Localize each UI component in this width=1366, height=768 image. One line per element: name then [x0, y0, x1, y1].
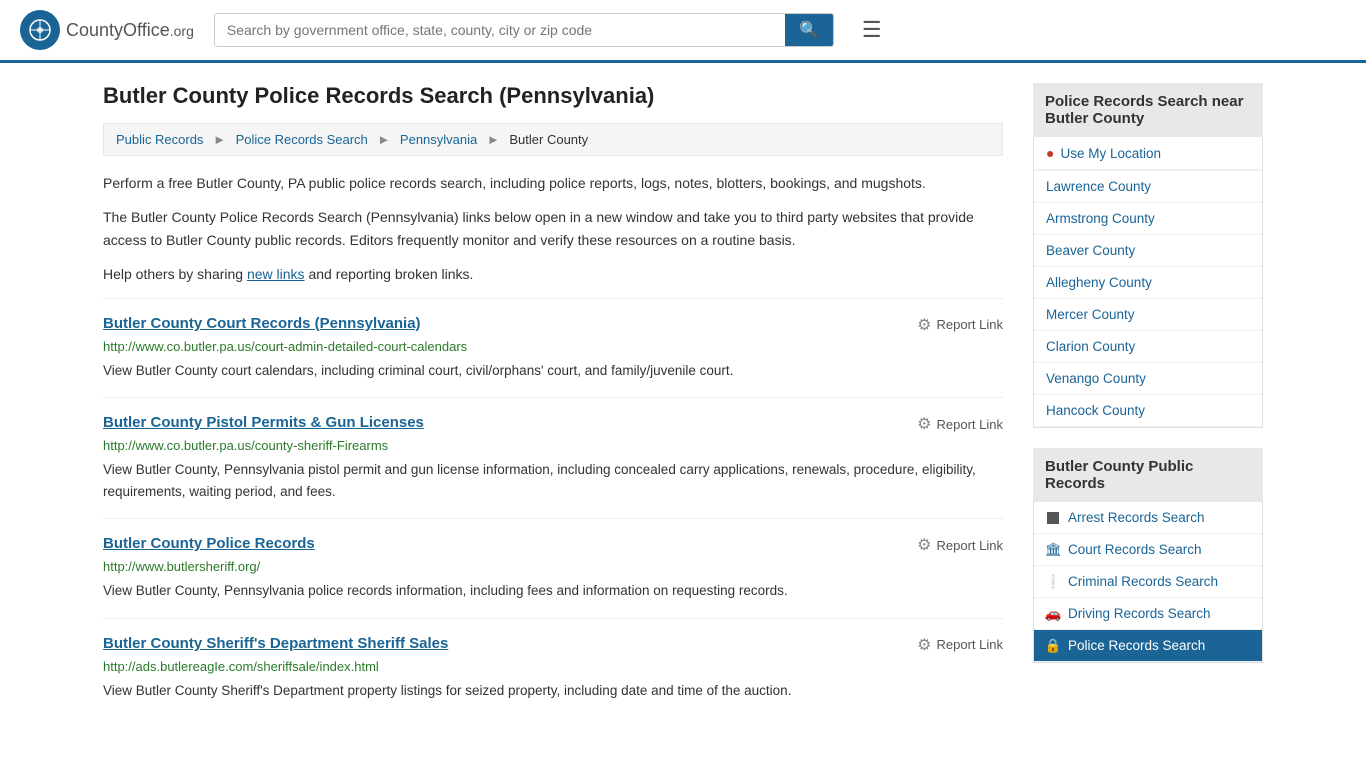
- nearby-section-title: Police Records Search near Butler County: [1033, 83, 1263, 137]
- logo-icon: [20, 10, 60, 50]
- breadcrumb-public-records[interactable]: Public Records: [116, 132, 203, 147]
- public-records-item-0[interactable]: Arrest Records Search: [1034, 502, 1262, 534]
- public-records-item-3[interactable]: 🚗 Driving Records Search: [1034, 598, 1262, 630]
- logo-text: CountyOffice.org: [66, 20, 194, 41]
- criminal-records-icon: ❕: [1046, 575, 1060, 589]
- nearby-item-4[interactable]: Mercer County: [1034, 299, 1262, 331]
- nearby-item-5[interactable]: Clarion County: [1034, 331, 1262, 363]
- driving-records-icon: 🚗: [1046, 607, 1060, 621]
- breadcrumb-butler-county: Butler County: [509, 132, 588, 147]
- court-records-label: Court Records Search: [1068, 542, 1202, 557]
- menu-button[interactable]: ☰: [854, 13, 890, 47]
- report-icon-1: ⚙: [917, 414, 931, 434]
- result-desc-2: View Butler County, Pennsylvania police …: [103, 580, 1003, 602]
- result-url-3[interactable]: http://ads.butlereagIe.com/sheriffsale/i…: [103, 659, 1003, 674]
- report-link-1[interactable]: ⚙ Report Link: [917, 414, 1003, 434]
- result-url-0[interactable]: http://www.co.butler.pa.us/court-admin-d…: [103, 339, 1003, 354]
- intro-paragraph-2: The Butler County Police Records Search …: [103, 206, 1003, 251]
- nearby-item-3[interactable]: Allegheny County: [1034, 267, 1262, 299]
- report-link-0[interactable]: ⚙ Report Link: [917, 315, 1003, 335]
- public-records-item-4[interactable]: 🔒 Police Records Search: [1034, 630, 1262, 662]
- intro-paragraph-3: Help others by sharing new links and rep…: [103, 263, 1003, 285]
- nearby-list: ● Use My Location Lawrence County Armstr…: [1033, 137, 1263, 428]
- nearby-item-6[interactable]: Venango County: [1034, 363, 1262, 395]
- header: CountyOffice.org 🔍 ☰: [0, 0, 1366, 63]
- result-url-2[interactable]: http://www.butlersheriff.org/: [103, 559, 1003, 574]
- search-bar: 🔍: [214, 13, 834, 47]
- police-records-label: Police Records Search: [1068, 638, 1205, 653]
- logo[interactable]: CountyOffice.org: [20, 10, 194, 50]
- driving-records-label: Driving Records Search: [1068, 606, 1211, 621]
- search-input[interactable]: [215, 14, 785, 46]
- nearby-item-1[interactable]: Armstrong County: [1034, 203, 1262, 235]
- breadcrumb: Public Records ► Police Records Search ►…: [103, 123, 1003, 156]
- nearby-item-2[interactable]: Beaver County: [1034, 235, 1262, 267]
- report-icon-0: ⚙: [917, 315, 931, 335]
- breadcrumb-pennsylvania[interactable]: Pennsylvania: [400, 132, 477, 147]
- nearby-item-7[interactable]: Hancock County: [1034, 395, 1262, 427]
- use-my-location-item[interactable]: ● Use My Location: [1034, 137, 1262, 171]
- sidebar: Police Records Search near Butler County…: [1033, 83, 1263, 718]
- court-records-icon: 🏛: [1046, 543, 1060, 557]
- public-records-item-1[interactable]: 🏛 Court Records Search: [1034, 534, 1262, 566]
- criminal-records-label: Criminal Records Search: [1068, 574, 1218, 589]
- location-icon: ●: [1046, 145, 1054, 161]
- logo-suffix: .org: [170, 23, 194, 39]
- new-links-link[interactable]: new links: [247, 266, 305, 282]
- use-my-location-label: Use My Location: [1060, 146, 1161, 161]
- result-title-0[interactable]: Butler County Court Records (Pennsylvani…: [103, 315, 421, 332]
- result-desc-0: View Butler County court calendars, incl…: [103, 360, 1003, 382]
- result-url-1[interactable]: http://www.co.butler.pa.us/county-sherif…: [103, 438, 1003, 453]
- public-records-item-2[interactable]: ❕ Criminal Records Search: [1034, 566, 1262, 598]
- report-icon-2: ⚙: [917, 535, 931, 555]
- content-area: Butler County Police Records Search (Pen…: [103, 83, 1003, 718]
- public-records-list: Arrest Records Search 🏛 Court Records Se…: [1033, 502, 1263, 663]
- page-title: Butler County Police Records Search (Pen…: [103, 83, 1003, 109]
- main-container: Butler County Police Records Search (Pen…: [83, 63, 1283, 738]
- report-link-3[interactable]: ⚙ Report Link: [917, 635, 1003, 655]
- public-records-section-title: Butler County Public Records: [1033, 448, 1263, 502]
- result-title-3[interactable]: Butler County Sheriff's Department Sheri…: [103, 635, 448, 652]
- result-desc-1: View Butler County, Pennsylvania pistol …: [103, 459, 1003, 502]
- report-icon-3: ⚙: [917, 635, 931, 655]
- result-item-1: Butler County Pistol Permits & Gun Licen…: [103, 397, 1003, 518]
- result-desc-3: View Butler County Sheriff's Department …: [103, 680, 1003, 702]
- result-item-3: Butler County Sheriff's Department Sheri…: [103, 618, 1003, 718]
- result-title-1[interactable]: Butler County Pistol Permits & Gun Licen…: [103, 414, 424, 431]
- arrest-records-icon: [1046, 511, 1060, 525]
- police-records-icon: 🔒: [1046, 639, 1060, 653]
- result-item-0: Butler County Court Records (Pennsylvani…: [103, 298, 1003, 398]
- nearby-item-0[interactable]: Lawrence County: [1034, 171, 1262, 203]
- search-button[interactable]: 🔍: [785, 14, 833, 46]
- intro-paragraph-1: Perform a free Butler County, PA public …: [103, 172, 1003, 194]
- result-item-2: Butler County Police Records ⚙ Report Li…: [103, 518, 1003, 618]
- arrest-records-label: Arrest Records Search: [1068, 510, 1205, 525]
- breadcrumb-police-records-search[interactable]: Police Records Search: [236, 132, 368, 147]
- report-link-2[interactable]: ⚙ Report Link: [917, 535, 1003, 555]
- result-title-2[interactable]: Butler County Police Records: [103, 535, 315, 552]
